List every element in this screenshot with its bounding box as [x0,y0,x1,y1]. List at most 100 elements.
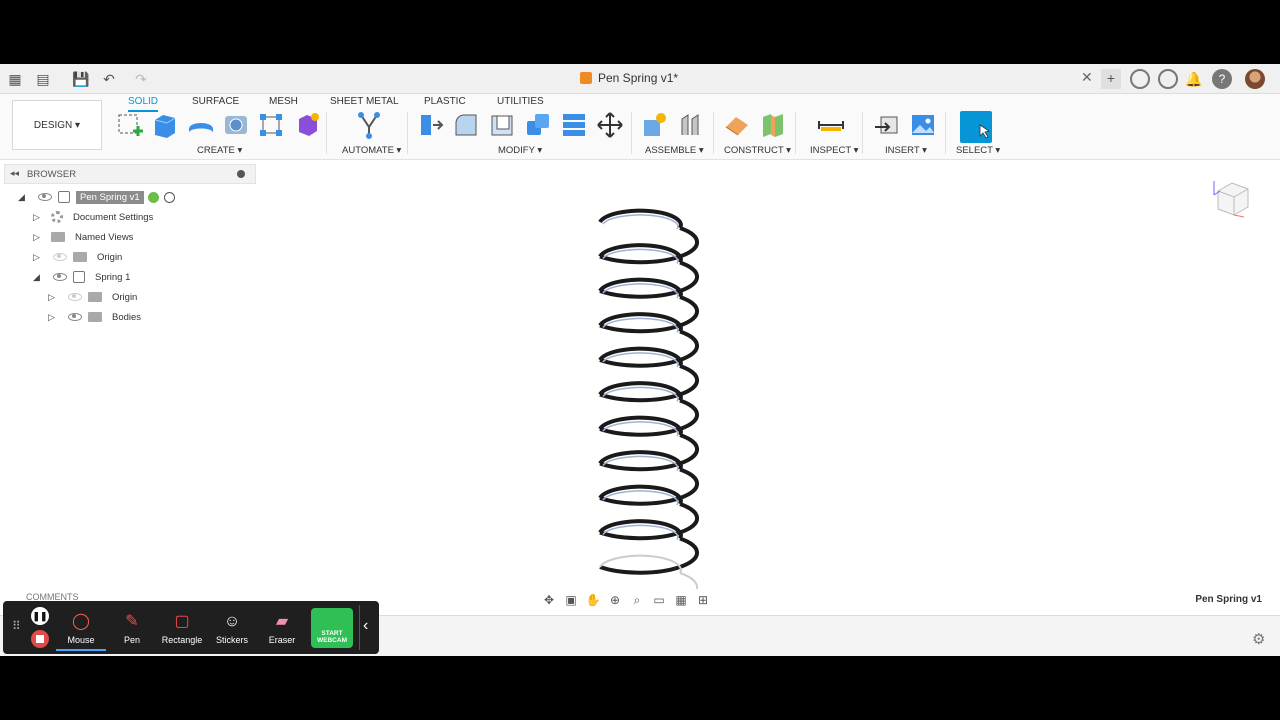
expand-triangle-icon[interactable]: ▷ [33,252,45,263]
component-icon [73,271,85,283]
tree-item-bodies[interactable]: ▷ Bodies [48,309,145,325]
expand-triangle-icon[interactable]: ▷ [33,212,45,223]
rectangle-label: Rectangle [161,635,203,645]
tree-item-spring-1[interactable]: ◢ Spring 1 [33,269,134,285]
revolve-icon[interactable] [187,111,215,139]
start-webcam-button[interactable]: START WEBCAM [311,608,353,648]
pen-tool[interactable]: ✎ Pen [107,605,157,651]
modify-menu[interactable]: MODIFY ▾ [498,145,542,156]
view-cube[interactable] [1210,177,1254,221]
create-label: CREATE [197,145,235,156]
visibility-eye-icon[interactable] [53,273,67,281]
divider [945,112,946,154]
stop-recording-icon[interactable] [31,630,49,648]
display-settings-icon[interactable]: ▭ [650,592,668,608]
file-menu-icon[interactable]: ▤ [34,70,52,88]
combine-icon[interactable] [524,111,552,139]
measure-icon[interactable] [817,111,845,139]
insert-derive-icon[interactable] [873,111,901,139]
tree-item-named-views[interactable]: ▷ Named Views [33,229,137,245]
spring-3d-model[interactable] [560,204,720,589]
undo-icon[interactable]: ↶ [100,70,118,88]
create-sketch-icon[interactable] [116,111,144,139]
offset-face-icon[interactable] [560,111,588,139]
offset-plane-icon[interactable] [723,111,751,139]
workspace-switcher[interactable]: DESIGN ▾ [12,100,102,150]
automate-menu[interactable]: AUTOMATE ▾ [342,145,401,156]
joint-icon[interactable] [676,111,704,139]
expand-triangle-icon[interactable]: ▷ [48,292,60,303]
radio-target-icon[interactable] [163,191,175,203]
visibility-eye-icon[interactable] [68,313,82,321]
redo-icon[interactable]: ↷ [132,70,150,88]
insert-menu[interactable]: INSERT ▾ [885,145,927,156]
hole-icon[interactable] [222,111,250,139]
automate-icon[interactable] [355,111,383,139]
help-icon[interactable]: ? [1212,69,1232,89]
tab-sheet-metal[interactable]: SHEET METAL [330,96,399,107]
save-icon[interactable]: 💾 [72,70,90,88]
tab-plastic[interactable]: PLASTIC [424,96,466,107]
pattern-icon[interactable] [257,111,285,139]
activate-icon[interactable] [147,191,159,203]
fillet-icon[interactable] [452,111,480,139]
visibility-eye-icon[interactable] [38,193,52,201]
select-menu[interactable]: SELECT ▾ [956,145,1000,156]
pause-icon[interactable]: ❚❚ [31,607,49,625]
apps-grid-icon[interactable]: ▦ [6,70,24,88]
document-component-icon [58,191,70,203]
notifications-bell-icon[interactable]: 🔔 [1185,70,1203,88]
collapse-browser-icon[interactable]: ◂◂ [10,168,19,179]
collapse-chevron-left-icon[interactable]: ‹ [363,617,368,635]
pan-hand-icon[interactable]: ✋ [584,592,602,608]
eraser-tool[interactable]: ▰ Eraser [257,605,307,651]
close-tab-icon[interactable]: ✕ [1081,69,1093,86]
user-avatar[interactable] [1245,69,1265,89]
tree-item-spring-origin[interactable]: ▷ Origin [48,289,141,305]
midplane-icon[interactable] [759,111,787,139]
look-at-icon[interactable]: ▣ [562,592,580,608]
insert-canvas-icon[interactable] [909,111,937,139]
zoom-icon[interactable]: ⊕ [606,592,624,608]
tree-item-document-settings[interactable]: ▷ Document Settings [33,209,157,225]
tab-surface[interactable]: SURFACE [192,96,239,107]
job-status-icon[interactable] [1158,69,1178,89]
new-component-icon[interactable] [640,111,668,139]
tab-utilities[interactable]: UTILITIES [497,96,544,107]
select-tool-button[interactable] [960,111,992,143]
expand-triangle-icon[interactable]: ▷ [48,312,60,323]
press-pull-icon[interactable] [416,111,444,139]
tab-mesh[interactable]: MESH [269,96,298,107]
visibility-eye-icon[interactable] [68,293,82,301]
construct-menu[interactable]: CONSTRUCT ▾ [724,145,791,156]
collapse-triangle-icon[interactable]: ◢ [18,192,30,203]
new-tab-icon[interactable]: + [1101,69,1121,89]
visibility-eye-icon[interactable] [53,253,67,261]
collapse-triangle-icon[interactable]: ◢ [33,272,45,283]
viewports-icon[interactable]: ⊞ [694,592,712,608]
tab-solid[interactable]: SOLID [128,96,159,112]
shell-icon[interactable] [488,111,516,139]
grid-icon[interactable]: ▦ [672,592,690,608]
inspect-menu[interactable]: INSPECT ▾ [810,145,858,156]
document-tab[interactable]: Pen Spring v1* [580,71,678,85]
form-icon[interactable] [293,111,321,139]
expand-triangle-icon[interactable]: ▷ [33,232,45,243]
timeline-settings-gear-icon[interactable]: ⚙ [1252,630,1265,648]
fit-icon[interactable]: ⌕ [628,592,646,608]
extensions-icon[interactable] [1130,69,1150,89]
drag-handle-icon[interactable]: ⠿ [12,619,21,633]
tree-item-origin[interactable]: ▷ Origin [33,249,126,265]
browser-title: BROWSER [27,169,77,180]
stickers-tool[interactable]: ☺ Stickers [207,605,257,651]
folder-icon [51,232,65,242]
move-icon[interactable] [596,111,624,139]
browser-minimize-icon[interactable] [237,170,245,178]
tree-root-pen-spring[interactable]: ◢ Pen Spring v1 [18,189,175,205]
assemble-menu[interactable]: ASSEMBLE ▾ [645,145,704,156]
orbit-icon[interactable]: ✥ [540,592,558,608]
extrude-icon[interactable] [151,111,179,139]
rectangle-tool[interactable]: ▢ Rectangle [157,605,207,651]
create-menu[interactable]: CREATE ▾ [197,145,242,156]
mouse-tool[interactable]: ◯ Mouse [56,605,106,651]
